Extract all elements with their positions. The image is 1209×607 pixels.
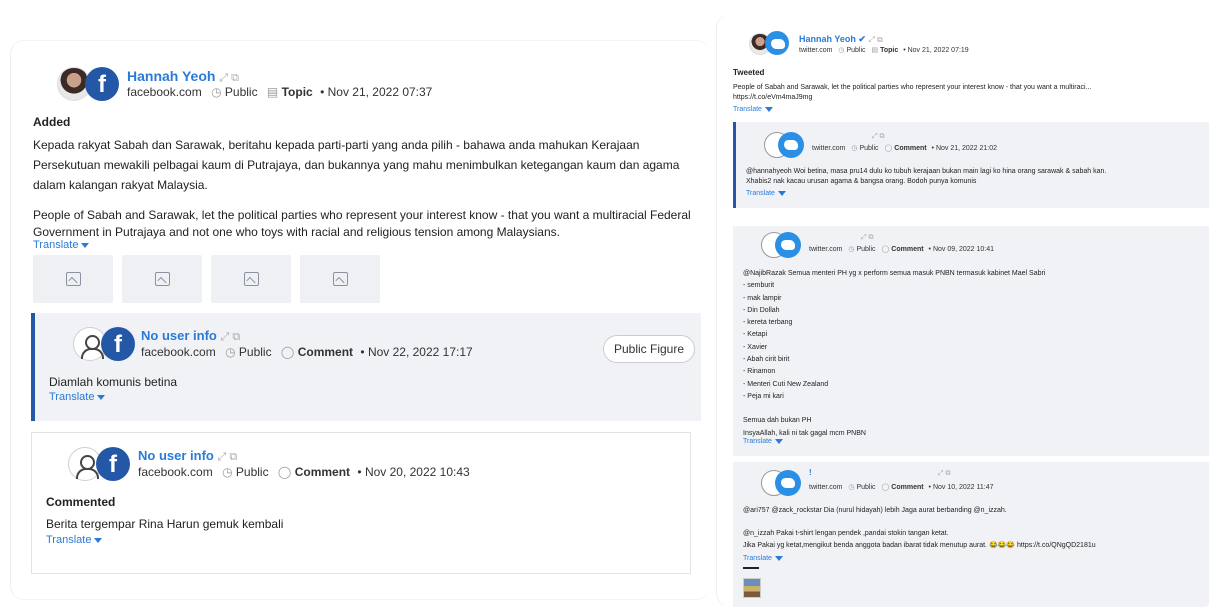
public-icon: ◷	[211, 85, 222, 99]
post-meta: facebook.com ◷ Public ▤ Topic • Nov 21, …	[127, 85, 433, 99]
comment-text: @hannahyeoh Woi betina, masa pru14 dulu …	[746, 168, 1107, 185]
action-heading: Added	[33, 115, 71, 129]
public-icon: ◷	[838, 47, 845, 54]
caret-down-icon	[97, 394, 106, 400]
commenter-name[interactable]: No user info ⤢ ⧉	[141, 328, 240, 344]
comment-icon: ◯	[884, 145, 893, 152]
comment-meta: twitter.com ◷ Public ◯ Comment • Nov 21,…	[812, 145, 998, 152]
translate-link[interactable]: Translate	[33, 239, 90, 251]
comment-meta: facebook.com ◷ Public ◯ Comment • Nov 20…	[138, 465, 470, 479]
media-thumbnail[interactable]	[743, 578, 761, 598]
external-link-icon[interactable]: ⤢ ⧉	[938, 470, 951, 477]
facebook-icon: f	[85, 67, 119, 101]
public-figure-badge[interactable]: Public Figure	[602, 335, 695, 363]
tweet-link[interactable]: https://t.co/eVm4maJ9mg	[733, 93, 1203, 103]
author-name[interactable]: Hannah Yeoh ✔ ⤢ ⧉	[799, 34, 883, 45]
topic-icon: ▤	[871, 47, 879, 54]
commenter-name[interactable]: No user info ⤢ ⧉	[138, 448, 237, 464]
image-placeholder-icon[interactable]	[300, 255, 380, 303]
twitter-icon	[765, 31, 789, 55]
post-text-malay: Kepada rakyat Sabah dan Sarawak, beritah…	[33, 138, 680, 192]
comment-text: @NajibRazak Semua menteri PH yg x perfor…	[743, 270, 1046, 437]
external-link-icon[interactable]: ⤢ ⧉	[861, 234, 874, 242]
comment-icon: ◯	[277, 465, 292, 479]
external-link-icon[interactable]: ⤢ ⧉	[868, 35, 882, 44]
comment-icon: ◯	[280, 345, 295, 359]
post-text: People of Sabah and Sarawak, let the pol…	[733, 83, 1203, 103]
action-heading: Commented	[46, 495, 116, 509]
twitter-post-panel: Hannah Yeoh ✔ ⤢ ⧉ twitter.com ◷ Public ▤…	[716, 14, 1209, 607]
comment-text: Berita tergempar Rina Harun gemuk kembal…	[46, 517, 284, 531]
commenter-avatar-group[interactable]: f	[73, 327, 137, 363]
image-placeholder-icon[interactable]	[122, 255, 202, 303]
external-link-icon[interactable]: ⤢ ⧉	[872, 133, 885, 141]
post-meta: twitter.com ◷ Public ▤ Topic • Nov 21, 2…	[799, 47, 969, 54]
translate-link[interactable]: Translate	[746, 190, 786, 197]
facebook-icon: f	[101, 327, 135, 361]
public-icon: ◷	[851, 145, 858, 152]
tweet-text: People of Sabah and Sarawak, let the pol…	[733, 84, 1092, 91]
caret-down-icon	[81, 242, 90, 248]
topic-icon: ▤	[266, 85, 279, 99]
translate-link[interactable]: Translate	[49, 391, 106, 403]
comment-text: Diamlah komunis betina	[49, 375, 178, 389]
comment-card: ⤢ ⧉ twitter.com ◷ Public ◯ Comment • Nov…	[733, 122, 1209, 208]
commenter-name[interactable]: ! ⤢ ⧉	[809, 468, 950, 478]
facebook-post-panel: f Hannah Yeoh ⤢ ⧉ facebook.com ◷ Public …	[10, 40, 710, 600]
translate-link[interactable]: Translate	[743, 555, 783, 562]
public-icon: ◷	[222, 465, 233, 479]
visibility-label: Public	[224, 85, 258, 99]
action-heading: Tweeted	[733, 68, 765, 77]
twitter-icon	[775, 232, 801, 258]
public-icon: ◷	[848, 484, 855, 491]
comment-card: ⤢ ⧉ twitter.com ◷ Public ◯ Comment • Nov…	[733, 226, 1209, 456]
comment-card: ! ⤢ ⧉ twitter.com ◷ Public ◯ Comment • N…	[733, 462, 1209, 607]
public-icon: ◷	[225, 345, 236, 359]
comment-meta: facebook.com ◷ Public ◯ Comment • Nov 22…	[141, 345, 473, 359]
post-text-english: People of Sabah and Sarawak, let the pol…	[33, 208, 691, 239]
external-link-icon[interactable]: ⤢ ⧉	[217, 451, 237, 463]
translate-link[interactable]: Translate	[46, 534, 103, 546]
comment-meta: twitter.com ◷ Public ◯ Comment • Nov 09,…	[809, 246, 995, 253]
caret-down-icon	[774, 438, 783, 444]
comment-text: @ari757 @zack_rockstar Dia (nurul hidaya…	[743, 507, 1096, 549]
translate-link[interactable]: Translate	[733, 106, 773, 113]
author-name-text[interactable]: Hannah Yeoh	[127, 68, 215, 84]
translate-link[interactable]: Translate	[743, 438, 783, 445]
caret-down-icon	[94, 537, 103, 543]
caret-down-icon	[764, 106, 773, 112]
image-placeholder-icon[interactable]	[33, 255, 113, 303]
image-placeholder-icon[interactable]	[211, 255, 291, 303]
comment-meta: twitter.com ◷ Public ◯ Comment • Nov 10,…	[809, 484, 994, 491]
author-avatar-group[interactable]: f	[57, 67, 121, 103]
comment-card: f No user info ⤢ ⧉ facebook.com ◷ Public…	[31, 432, 691, 574]
author-name[interactable]: Hannah Yeoh ⤢ ⧉	[127, 68, 239, 85]
media-divider	[743, 567, 759, 569]
verified-badge-icon: ✔	[858, 34, 866, 44]
external-link-icon[interactable]: ⤢ ⧉	[220, 331, 240, 343]
public-icon: ◷	[848, 246, 855, 253]
post-datetime: Nov 21, 2022 07:37	[327, 85, 433, 99]
caret-down-icon	[777, 190, 786, 196]
external-link-icon[interactable]: ⤢ ⧉	[219, 72, 239, 84]
comment-card: f No user info ⤢ ⧉ facebook.com ◷ Public…	[31, 313, 701, 421]
source-label: facebook.com	[127, 85, 202, 99]
caret-down-icon	[774, 555, 783, 561]
commenter-avatar-group[interactable]: f	[68, 447, 132, 483]
comment-icon: ◯	[881, 246, 890, 253]
twitter-icon	[775, 470, 801, 496]
comment-icon: ◯	[881, 484, 890, 491]
facebook-icon: f	[96, 447, 130, 481]
post-type-label: Topic	[281, 85, 313, 99]
twitter-icon	[778, 132, 804, 158]
